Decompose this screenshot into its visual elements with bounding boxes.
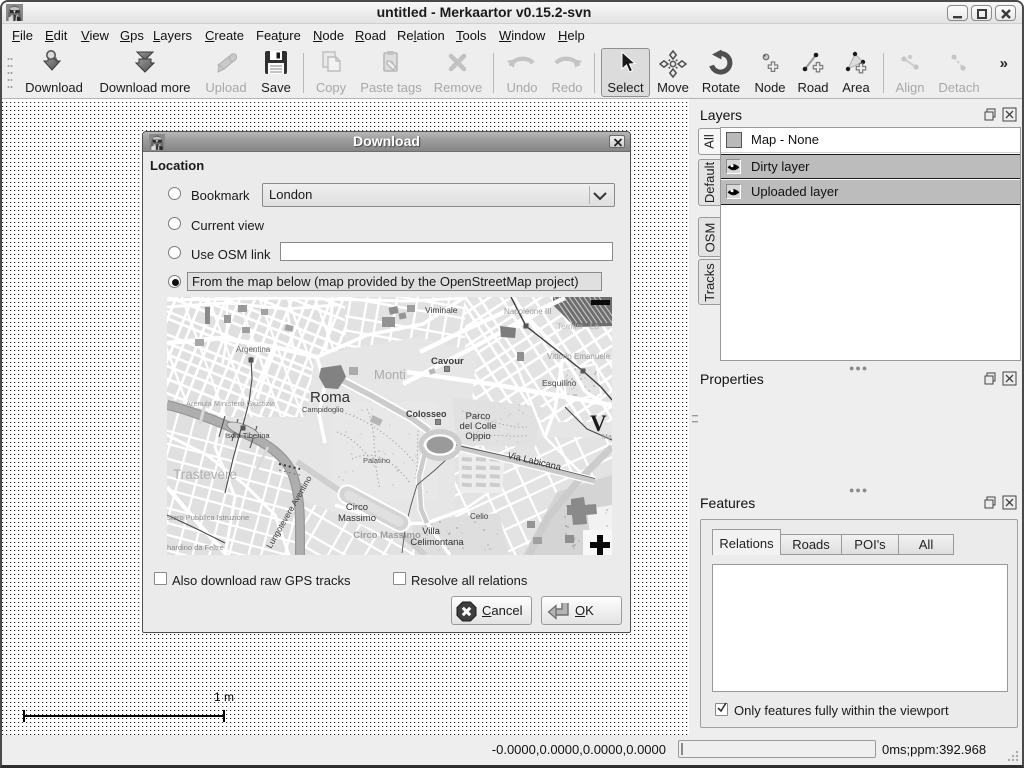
svg-text:Vittorio Emanuele: Vittorio Emanuele [547, 352, 611, 361]
svg-text:Ma: Ma [602, 434, 612, 441]
svg-text:Palatino: Palatino [363, 456, 390, 465]
svg-text:Monti: Monti [374, 367, 406, 382]
svg-text:Celio: Celio [470, 512, 489, 521]
svg-text:Roma: Roma [310, 389, 351, 406]
svg-text:Esquilino: Esquilino [542, 378, 577, 388]
svg-text:Campidoglio: Campidoglio [302, 405, 344, 414]
svg-text:V: V [590, 411, 607, 436]
svg-text:hardino da Feltre: hardino da Feltre [167, 543, 224, 552]
svg-text:Trastevere: Trastevere [173, 467, 237, 482]
svg-text:Villa: Villa [422, 526, 440, 537]
svg-text:Arenula Ministero Giustizia: Arenula Ministero Giustizia [186, 399, 276, 408]
svg-text:1 m: 1 m [214, 690, 234, 704]
svg-text:Argentina: Argentina [236, 345, 271, 354]
svg-text:Circo: Circo [346, 502, 368, 513]
svg-text:Viminale: Viminale [425, 305, 458, 315]
svg-text:Colosseo: Colosseo [406, 409, 447, 419]
svg-text:Napoleone III: Napoleone III [504, 307, 552, 316]
svg-text:Oppio: Oppio [465, 431, 490, 442]
svg-text:Termini - La: Termini - La [557, 322, 599, 331]
svg-text:Cavour: Cavour [431, 356, 464, 367]
svg-text:Massimo: Massimo [338, 513, 376, 524]
svg-text:Isola Tiberina: Isola Tiberina [225, 431, 270, 440]
svg-text:stero Pubblica Istruzione: stero Pubblica Istruzione [167, 513, 249, 522]
svg-text:Celimontana: Celimontana [410, 537, 464, 548]
